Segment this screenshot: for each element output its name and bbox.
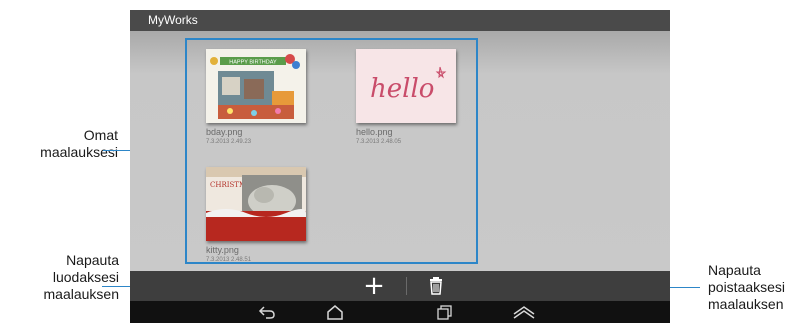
- bday-artwork: HAPPY BIRTHDAY: [206, 49, 306, 123]
- callout-delete: Napauta poistaaksesi maalauksen: [708, 262, 798, 313]
- bday-banner-text: HAPPY BIRTHDAY: [229, 60, 277, 66]
- menu-up-icon[interactable]: [512, 304, 536, 320]
- callout-create: Napauta luodaksesi maalauksen: [6, 252, 120, 303]
- file-date: 7.3.2013 2.49.23: [206, 139, 252, 145]
- back-icon[interactable]: [258, 304, 276, 320]
- gallery-area: HAPPY BIRTHDAY bday.png 7.3.2013 2.49.23: [130, 31, 670, 271]
- add-painting-button[interactable]: +: [362, 273, 386, 299]
- file-name: hello.png: [356, 127, 393, 137]
- callout-my-paintings-line2: maalauksesi: [40, 144, 118, 160]
- hello-drawn-text: hello: [370, 74, 434, 104]
- hello-thumbnail[interactable]: hello: [356, 49, 456, 123]
- kitty-artwork: CHRISTMAS: [206, 167, 306, 241]
- home-icon[interactable]: [326, 304, 344, 320]
- callout-create-line1: Napauta: [66, 252, 119, 268]
- kitty-thumbnail[interactable]: CHRISTMAS: [206, 167, 306, 241]
- callout-delete-line3: maalauksen: [708, 296, 784, 312]
- callout-delete-line1: Napauta: [708, 262, 761, 278]
- system-nav-bar: [130, 301, 670, 323]
- recent-apps-icon[interactable]: [436, 304, 454, 320]
- action-divider: [406, 277, 407, 295]
- file-date: 7.3.2013 2.48.51: [206, 257, 252, 263]
- file-name: kitty.png: [206, 245, 239, 255]
- delete-painting-button[interactable]: [428, 277, 444, 295]
- callout-delete-line2: poistaaksesi: [708, 279, 786, 295]
- callout-my-paintings: Omat maalauksesi: [6, 127, 118, 161]
- callout-create-line2: luodaksesi: [52, 269, 119, 285]
- action-bar: +: [130, 271, 670, 301]
- title-bar: MyWorks: [130, 10, 670, 31]
- plus-icon: +: [363, 271, 385, 301]
- tablet-screen: MyWorks HAPPY BIRTHDAY bday.png 7.3.2013…: [130, 10, 670, 323]
- callout-create-line3: maalauksen: [43, 286, 120, 302]
- file-name: bday.png: [206, 127, 243, 137]
- hello-artwork: hello: [356, 49, 456, 123]
- callout-my-paintings-line1: Omat: [83, 127, 118, 143]
- file-date: 7.3.2013 2.48.05: [356, 139, 402, 145]
- app-title: MyWorks: [148, 13, 198, 27]
- bday-thumbnail[interactable]: HAPPY BIRTHDAY: [206, 49, 306, 123]
- trash-icon: [430, 277, 442, 295]
